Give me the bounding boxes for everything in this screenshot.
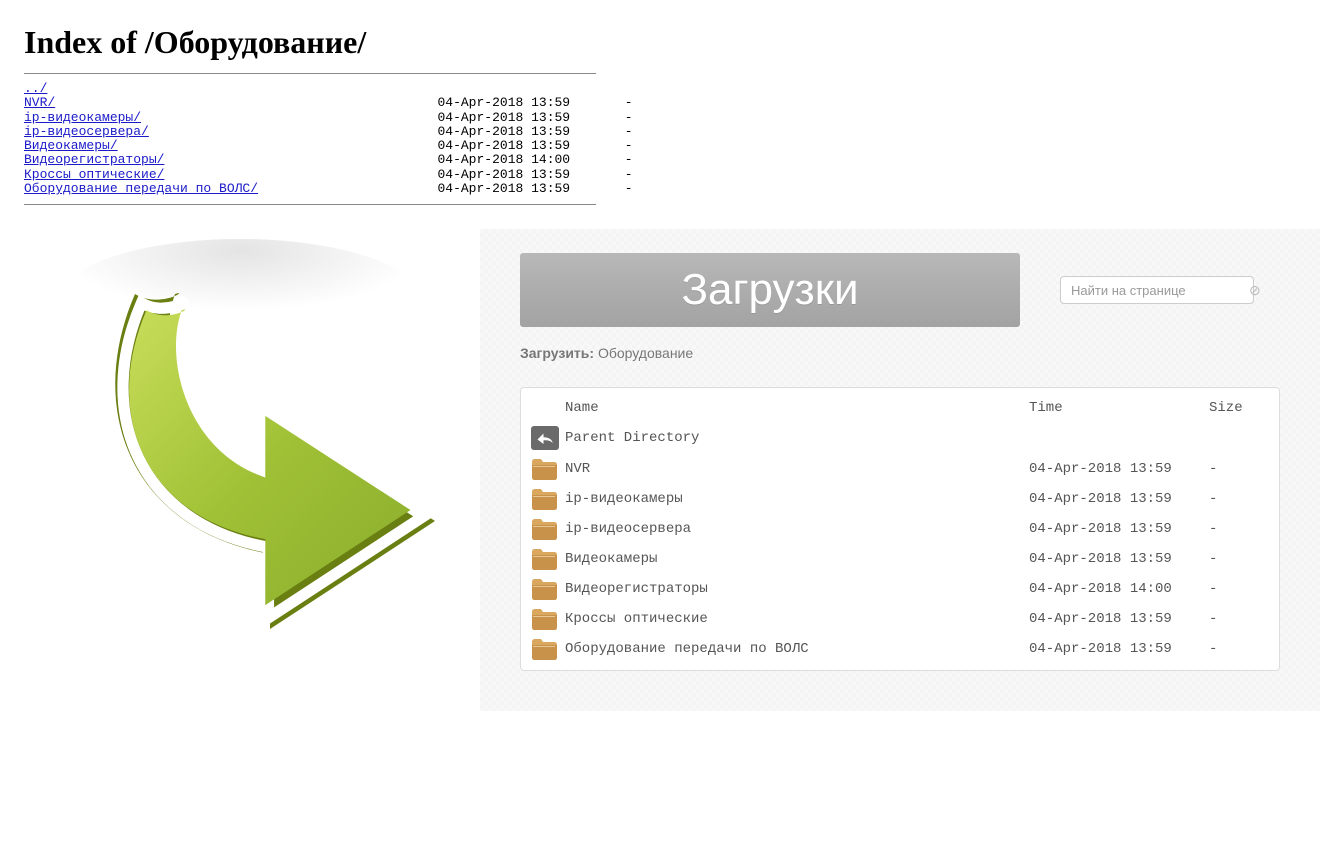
file-name: ip-видеосервера [565, 521, 1029, 537]
file-row[interactable]: NVR04-Apr-2018 13:59- [521, 454, 1279, 484]
file-row[interactable]: Кроссы оптические04-Apr-2018 13:59- [521, 604, 1279, 634]
search-input[interactable] [1069, 282, 1249, 299]
breadcrumb-path: Оборудование [598, 345, 693, 361]
index-link[interactable]: ip-видеосервера/ [24, 124, 149, 139]
file-size: - [1209, 641, 1269, 657]
file-row[interactable]: ip-видеосервера04-Apr-2018 13:59- [521, 514, 1279, 544]
folder-icon [531, 518, 557, 540]
file-time: 04-Apr-2018 13:59 [1029, 551, 1209, 567]
file-size: - [1209, 521, 1269, 537]
clear-icon[interactable]: ⊘ [1249, 282, 1261, 299]
divider [24, 73, 596, 74]
file-time: 04-Apr-2018 13:59 [1029, 521, 1209, 537]
breadcrumb-label: Загрузить: [520, 345, 594, 361]
file-size: - [1209, 611, 1269, 627]
col-time: Time [1029, 400, 1209, 416]
index-link[interactable]: NVR/ [24, 95, 55, 110]
arrow-graphic-wrap [0, 229, 480, 669]
file-size: - [1209, 551, 1269, 567]
folder-icon [531, 638, 557, 660]
folder-icon [531, 578, 557, 600]
transformation-section: Загрузки ⊘ Загрузить: Оборудование Name … [0, 229, 1320, 711]
panel-header-row: Загрузки ⊘ [520, 253, 1280, 327]
search-box[interactable]: ⊘ [1060, 276, 1254, 304]
folder-icon [531, 548, 557, 570]
index-link[interactable]: Видеорегистраторы/ [24, 152, 164, 167]
downloads-banner: Загрузки [520, 253, 1020, 327]
folder-icon [531, 458, 557, 480]
breadcrumb: Загрузить: Оборудование [520, 345, 1280, 361]
col-size: Size [1209, 400, 1269, 416]
index-link[interactable]: Кроссы оптические/ [24, 167, 164, 182]
file-listing: Name Time Size Parent Directory NVR04-Ap… [520, 387, 1280, 671]
file-time: 04-Apr-2018 13:59 [1029, 461, 1209, 477]
parent-dir-label: Parent Directory [565, 430, 1029, 446]
arrow-icon [40, 239, 440, 669]
parent-dir-row[interactable]: Parent Directory [521, 422, 1279, 454]
file-row[interactable]: Оборудование передачи по ВОЛС04-Apr-2018… [521, 634, 1279, 664]
styled-listing-panel: Загрузки ⊘ Загрузить: Оборудование Name … [480, 229, 1320, 711]
index-link[interactable]: Видеокамеры/ [24, 138, 118, 153]
file-time: 04-Apr-2018 13:59 [1029, 491, 1209, 507]
index-listing: ../ NVR/ 04-Apr-2018 13:59 - ip-видеокам… [24, 82, 1296, 196]
file-row[interactable]: Видеокамеры04-Apr-2018 13:59- [521, 544, 1279, 574]
file-row[interactable]: Видеорегистраторы04-Apr-2018 14:00- [521, 574, 1279, 604]
folder-icon [531, 488, 557, 510]
plain-index-section: Index of /Оборудование/ ../ NVR/ 04-Apr-… [0, 0, 1320, 229]
divider [24, 204, 596, 205]
page-title: Index of /Оборудование/ [24, 24, 1296, 61]
file-name: Оборудование передачи по ВОЛС [565, 641, 1029, 657]
file-time: 04-Apr-2018 13:59 [1029, 641, 1209, 657]
index-link[interactable]: ip-видеокамеры/ [24, 110, 141, 125]
file-name: Кроссы оптические [565, 611, 1029, 627]
file-time: 04-Apr-2018 14:00 [1029, 581, 1209, 597]
col-name: Name [565, 400, 1029, 416]
file-name: NVR [565, 461, 1029, 477]
file-time: 04-Apr-2018 13:59 [1029, 611, 1209, 627]
index-link[interactable]: ../ [24, 81, 47, 96]
file-name: Видеокамеры [565, 551, 1029, 567]
file-size: - [1209, 491, 1269, 507]
file-size: - [1209, 581, 1269, 597]
back-icon [531, 426, 559, 450]
column-headers: Name Time Size [521, 394, 1279, 422]
file-name: ip-видеокамеры [565, 491, 1029, 507]
index-link[interactable]: Оборудование передачи по ВОЛС/ [24, 181, 258, 196]
file-name: Видеорегистраторы [565, 581, 1029, 597]
file-row[interactable]: ip-видеокамеры04-Apr-2018 13:59- [521, 484, 1279, 514]
folder-icon [531, 608, 557, 630]
file-size: - [1209, 461, 1269, 477]
